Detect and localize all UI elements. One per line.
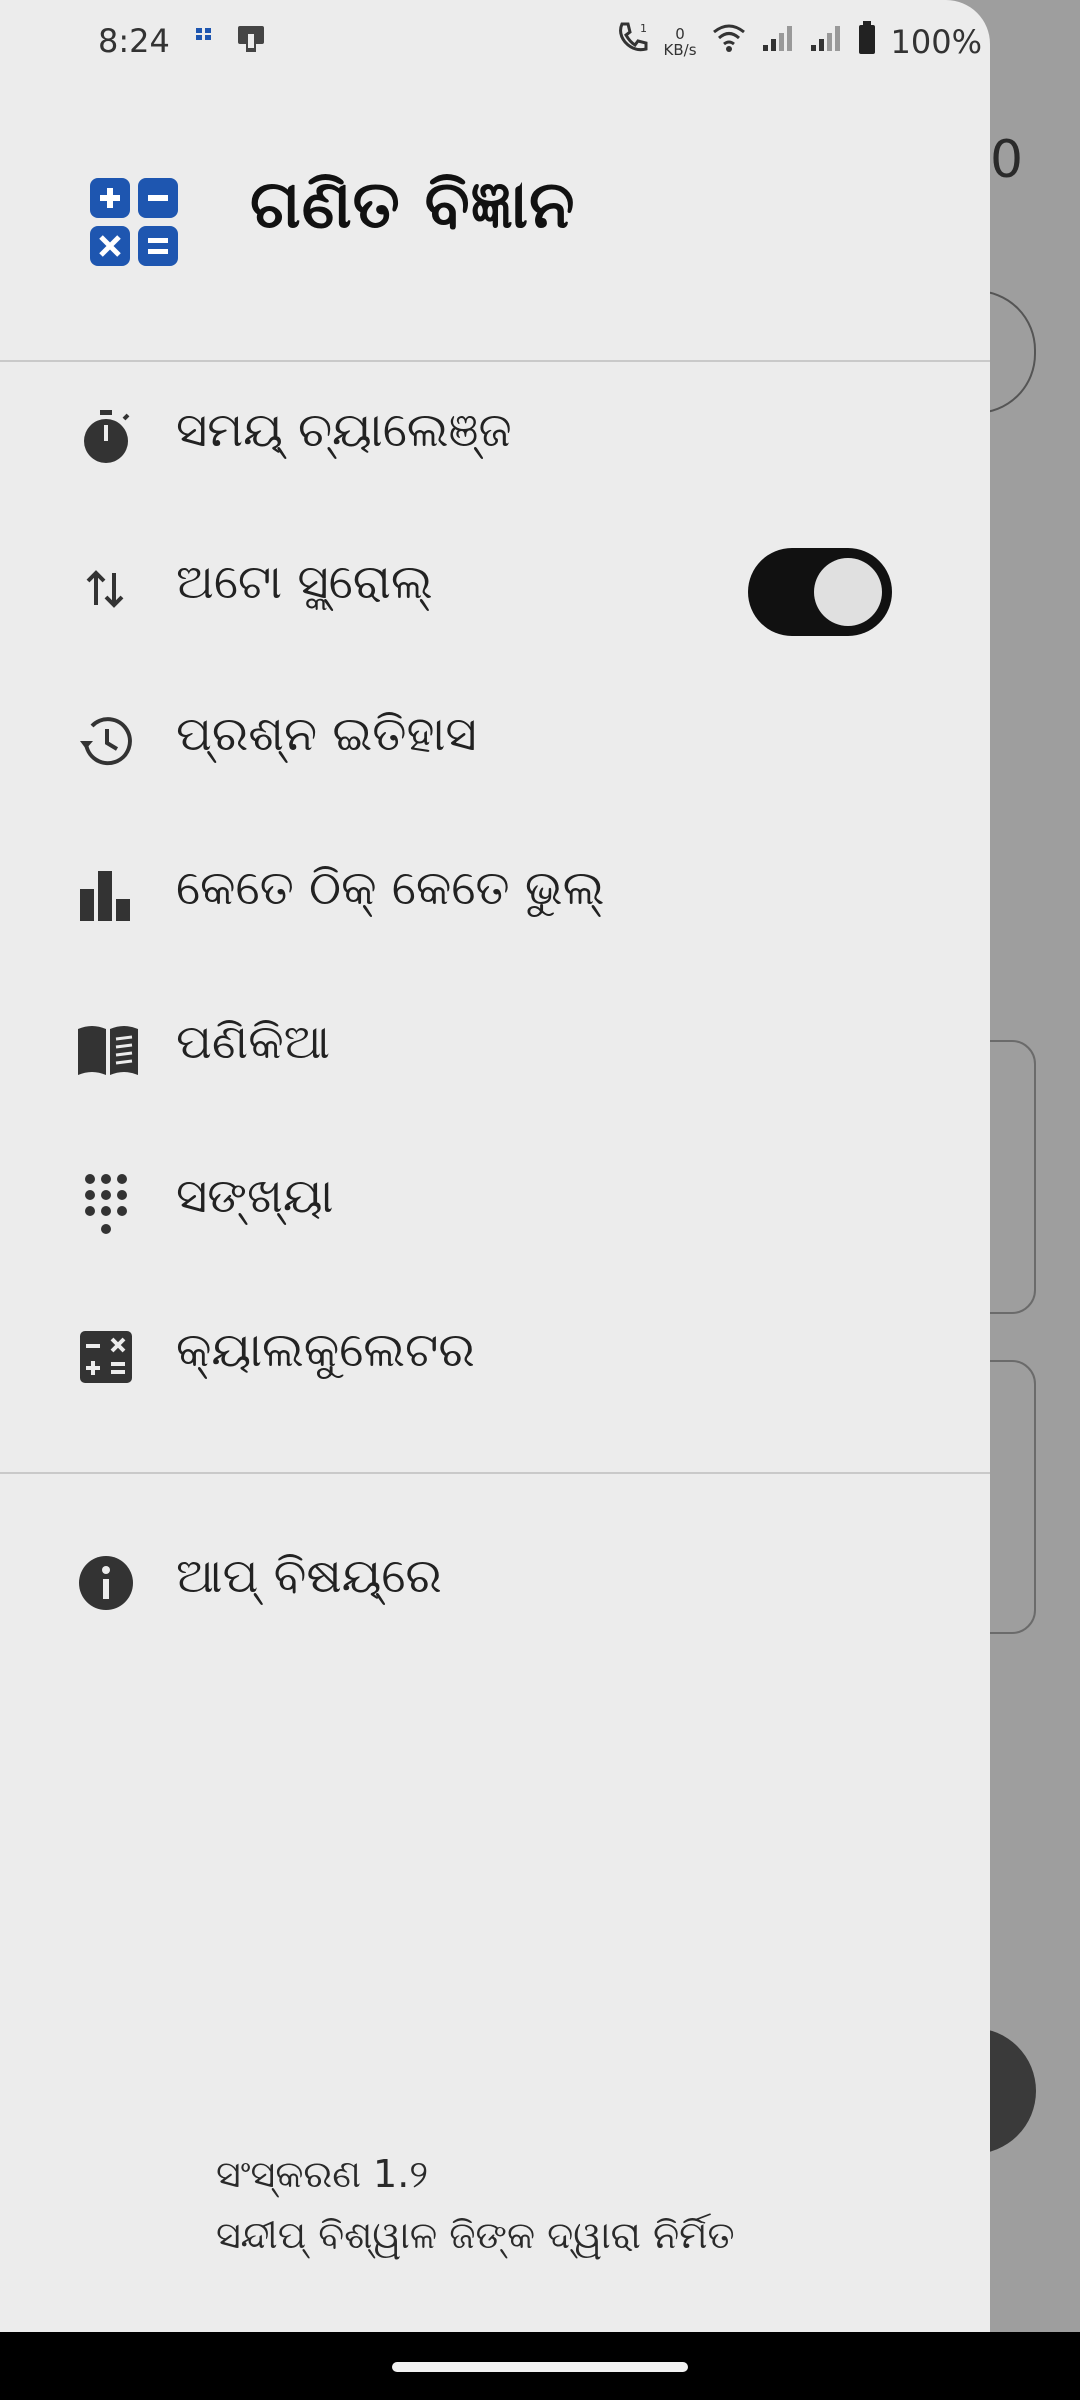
swap-vertical-icon [76, 559, 136, 619]
menu-item-label: କେତେ ଠିକ୍ କେତେ ଭୁଲ୍ [176, 860, 605, 916]
bar-chart-icon [76, 865, 136, 925]
battery-icon [857, 21, 877, 63]
svg-text:1: 1 [640, 22, 647, 35]
menu-item-label: ଅଟୋ ସ୍କ୍ରୋଲ୍ [176, 554, 433, 610]
toggle-knob [814, 558, 882, 626]
calculator-icon [76, 1327, 136, 1387]
book-icon [76, 1019, 138, 1079]
menu-item-time-challenge[interactable]: ସମୟ୍ ଚ୍ୟାଲେଞ୍ଜ [0, 362, 990, 512]
drawer-footer: ସଂସ୍କରଣ 1.୨ ସନ୍ଦୀପ୍ ବିଶ୍ୱାଳ ଜିଙ୍କ ଦ୍ୱାରା… [216, 2152, 735, 2258]
menu-item-label: ପ୍ରଶ୍ନ ଇତିହାସ [176, 706, 477, 762]
menu-item-score-stats[interactable]: କେତେ ଠିକ୍ କେତେ ଭୁଲ୍ [0, 820, 990, 970]
developer-credit: ସନ୍ଦୀପ୍ ବିଶ୍ୱାଳ ଜିଙ୍କ ଦ୍ୱାରା ନିର୍ମିତ [216, 2213, 735, 2257]
drawer-header: ଗଣିତ ବିଜ୍ଞାନ [0, 86, 990, 362]
menu-item-about-app[interactable]: ଆପ୍ ବିଷୟ୍ରେ [0, 1508, 990, 1658]
net-speed-unit: KB/s [663, 41, 697, 59]
calculator-logo-icon [88, 176, 180, 268]
menu-item-label: ସମୟ୍ ଚ୍ୟାଲେଞ୍ଜ [176, 402, 512, 458]
menu-item-question-history[interactable]: ପ୍ରଶ୍ନ ଇତିହାସ [0, 666, 990, 816]
status-indicators: 1 0 KB/s 100% [614, 20, 982, 64]
network-speed: 0 KB/s [664, 26, 697, 58]
status-time: 8:24 [98, 22, 170, 60]
info-icon [76, 1553, 136, 1613]
wifi-icon [711, 22, 747, 62]
navigation-drawer: 8:24 1 0 KB/s 100% ଗଣିତ ବିଜ୍ଞାନ ସମୟ୍ ଚ୍ୟ… [0, 0, 990, 2332]
menu-item-label: ପଣିକିଆ [176, 1014, 331, 1070]
app-title: ଗଣିତ ବିଜ୍ଞାନ [250, 166, 576, 243]
menu-item-label: ଆପ୍ ବିଷୟ୍ରେ [176, 1548, 442, 1604]
menu-item-label: ସଙ୍ଖ୍ୟା [176, 1168, 334, 1224]
system-navigation-bar [0, 2332, 1080, 2400]
app-notification-icon [194, 24, 214, 48]
stopwatch-icon [76, 407, 136, 467]
dialpad-icon [76, 1173, 136, 1234]
menu-item-numbers[interactable]: ସଙ୍ଖ୍ୟା [0, 1128, 990, 1278]
history-icon [76, 711, 136, 771]
menu-divider [0, 1472, 990, 1474]
home-gesture-handle[interactable] [392, 2362, 688, 2372]
battery-percent: 100% [890, 23, 982, 61]
app-version: ସଂସ୍କରଣ 1.୨ [216, 2152, 429, 2196]
status-bar: 8:24 1 0 KB/s 100% [0, 0, 990, 86]
menu-item-multiplication-table[interactable]: ପଣିକିଆ [0, 974, 990, 1124]
device-notification-icon [236, 24, 270, 58]
background-score: 0 [990, 130, 1024, 190]
signal-icon [761, 23, 795, 61]
menu-item-label: କ୍ୟାଲକୁଲେଟର [176, 1322, 475, 1378]
call-icon: 1 [614, 20, 650, 64]
signal-icon [809, 23, 843, 61]
menu-item-calculator[interactable]: କ୍ୟାଲକୁଲେଟର [0, 1282, 990, 1432]
auto-scroll-toggle[interactable] [748, 548, 892, 636]
